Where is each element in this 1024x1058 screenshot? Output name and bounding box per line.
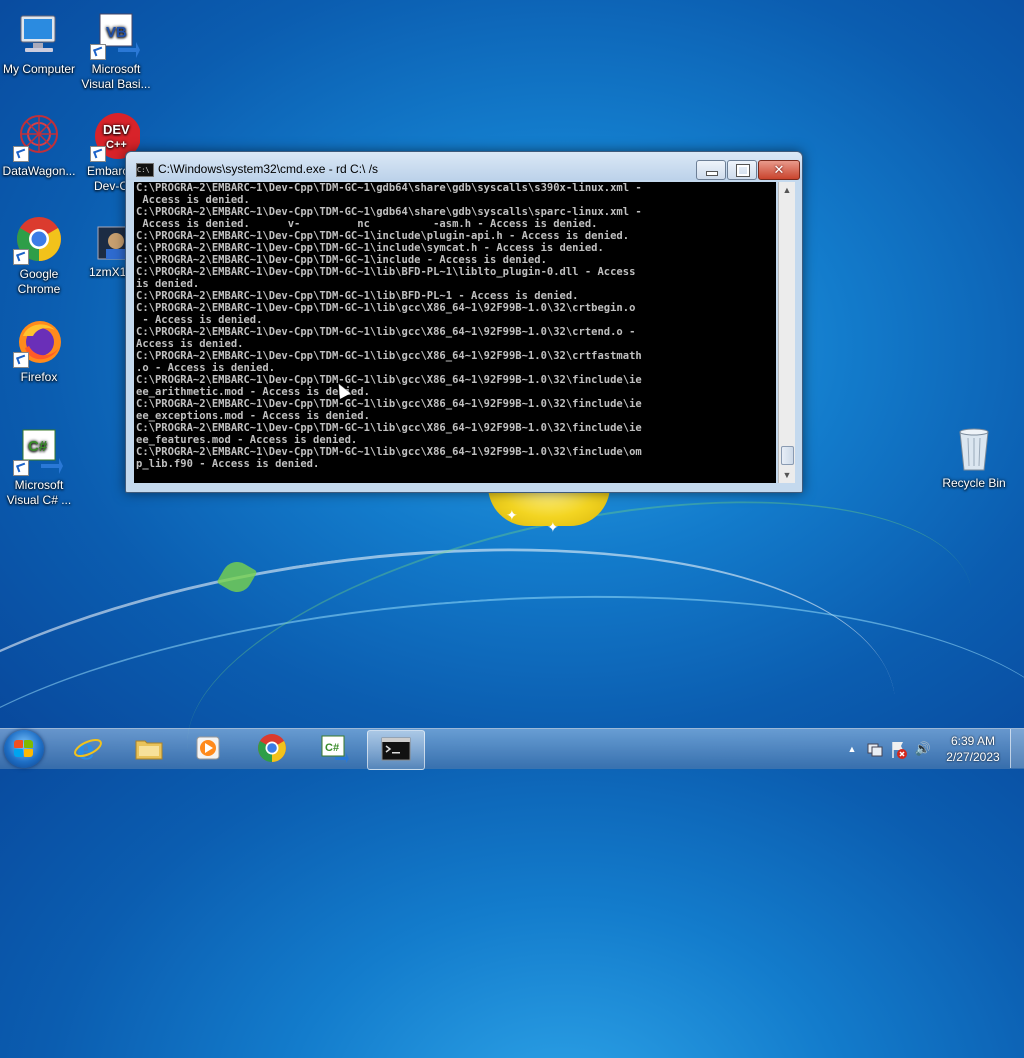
window-titlebar[interactable]: C:\ C:\Windows\system32\cmd.exe - rd C:\… xyxy=(126,152,802,180)
volume-icon[interactable]: 🔊 xyxy=(913,730,933,768)
desktop-icon-label: Microsoft Visual C# ... xyxy=(6,478,72,507)
cmd-icon: C:\ xyxy=(136,163,154,177)
desktop-icon-google-chrome[interactable]: Google Chrome xyxy=(1,215,77,297)
wallpaper-sparkle: ✦ xyxy=(547,519,559,535)
start-button[interactable] xyxy=(4,730,44,768)
taskbar-command-prompt[interactable] xyxy=(367,730,425,770)
show-desktop-button[interactable] xyxy=(1010,729,1024,768)
taskbar-visual-csharp[interactable]: C# xyxy=(306,730,362,768)
maximize-icon xyxy=(728,161,756,179)
clock-time: 6:39 AM xyxy=(950,734,996,748)
shortcut-arrow-icon xyxy=(13,460,29,476)
cmd-icon xyxy=(381,734,411,764)
network-icon[interactable] xyxy=(866,730,884,768)
windows-logo-icon xyxy=(14,740,34,758)
show-hidden-icons-button[interactable]: ▲ xyxy=(845,730,859,768)
taskbar-windows-explorer[interactable] xyxy=(121,730,177,768)
minimize-button[interactable] xyxy=(696,160,726,180)
minimize-icon xyxy=(697,161,725,179)
vertical-scrollbar[interactable]: ▲ ▼ xyxy=(778,182,795,483)
firefox-icon xyxy=(13,318,63,368)
close-button[interactable]: ✕ xyxy=(758,160,800,180)
svg-text:C#: C# xyxy=(325,742,339,754)
taskbar-google-chrome[interactable] xyxy=(244,730,300,768)
shortcut-arrow-icon xyxy=(13,146,29,162)
desktop-icon-my-computer[interactable]: My Computer xyxy=(1,10,77,77)
desktop-icon-firefox[interactable]: Firefox xyxy=(1,318,77,385)
svg-text:C#: C# xyxy=(28,438,48,455)
action-center-flag-icon[interactable] xyxy=(890,730,908,768)
taskbar-media-player[interactable] xyxy=(180,730,236,768)
visual-basic-icon: VB xyxy=(90,10,140,60)
system-clock[interactable]: 6:39 AM 2/27/2023 xyxy=(940,733,1006,765)
shortcut-arrow-icon xyxy=(13,249,29,265)
svg-text:e: e xyxy=(77,733,95,763)
svg-text:C++: C++ xyxy=(106,139,127,151)
taskbar-internet-explorer[interactable]: e xyxy=(60,730,116,768)
desktop-icon-label: Microsoft Visual Basi... xyxy=(81,62,151,91)
desktop-icon-visual-csharp[interactable]: C# Microsoft Visual C# ... xyxy=(1,426,77,508)
maximize-button[interactable] xyxy=(727,160,757,180)
computer-icon xyxy=(15,10,63,58)
wallpaper-swoosh xyxy=(0,558,1024,1024)
console-output[interactable]: C:\PROGRA~2\EMBARC~1\Dev-Cpp\TDM-GC~1\gd… xyxy=(134,182,776,483)
desktop-icon-recycle-bin[interactable]: Recycle Bin xyxy=(936,424,1012,491)
desktop-icon-label: Firefox xyxy=(20,370,58,384)
svg-text:VB: VB xyxy=(106,24,127,41)
scrollbar-thumb[interactable] xyxy=(781,446,794,465)
desktop-icon-visual-basic[interactable]: VB Microsoft Visual Basi... xyxy=(78,10,154,92)
desktop-icon-datawagon[interactable]: DataWagon... xyxy=(1,112,77,179)
visual-csharp-icon: C# xyxy=(13,426,63,476)
close-icon: ✕ xyxy=(773,162,785,177)
datawagon-icon xyxy=(13,112,63,162)
shortcut-arrow-icon xyxy=(90,146,106,162)
wallpaper-sparkle: ✦ xyxy=(506,507,518,523)
desktop-icon-label: My Computer xyxy=(2,62,76,76)
wallpaper-leaf xyxy=(216,556,258,598)
desktop-icon-label: Recycle Bin xyxy=(942,476,1006,490)
chrome-icon xyxy=(13,215,63,265)
cmd-window[interactable]: C:\ C:\Windows\system32\cmd.exe - rd C:\… xyxy=(125,151,803,493)
scroll-up-arrow-icon[interactable]: ▲ xyxy=(779,182,795,198)
desktop-icon-label: Google Chrome xyxy=(17,267,61,296)
media-player-icon xyxy=(193,733,223,763)
visual-csharp-icon: C# xyxy=(319,733,349,763)
window-title: C:\Windows\system32\cmd.exe - rd C:\ /s xyxy=(158,162,379,176)
clock-date: 2/27/2023 xyxy=(946,750,1000,764)
svg-text:DEV: DEV xyxy=(103,122,130,137)
scroll-down-arrow-icon[interactable]: ▼ xyxy=(779,467,795,483)
desktop-icon-label: DataWagon... xyxy=(2,164,76,178)
wallpaper-swoosh xyxy=(0,485,925,1058)
shortcut-arrow-icon xyxy=(90,44,106,60)
shortcut-arrow-icon xyxy=(13,352,29,368)
console-text: C:\PROGRA~2\EMBARC~1\Dev-Cpp\TDM-GC~1\gd… xyxy=(136,182,642,470)
internet-explorer-icon: e xyxy=(73,733,103,766)
folder-icon xyxy=(134,733,164,763)
chrome-icon xyxy=(257,733,287,763)
recycle-bin-icon xyxy=(950,424,998,472)
